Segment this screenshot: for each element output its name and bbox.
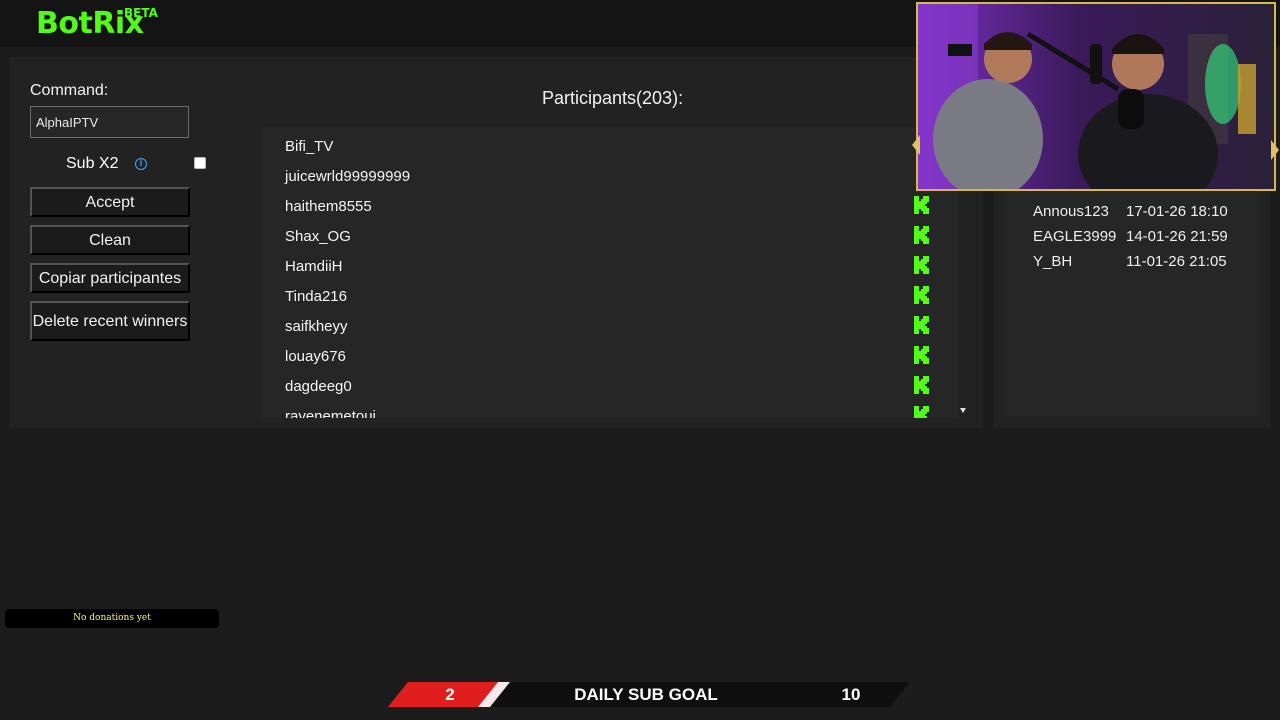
participant-name: Tinda216: [285, 288, 347, 305]
participant-name: haithem8555: [285, 198, 372, 215]
scroll-down-arrow-icon[interactable]: [960, 408, 966, 413]
list-item: Bifi_TV: [261, 130, 958, 160]
participant-name: Bifi_TV: [285, 138, 334, 155]
accept-button[interactable]: Accept: [30, 187, 190, 217]
winner-name: Annous123: [1033, 203, 1109, 220]
info-icon[interactable]: i: [135, 158, 147, 170]
list-item: Tinda216: [261, 280, 958, 310]
command-input[interactable]: [30, 106, 189, 138]
list-item: haithem8555: [261, 190, 958, 220]
winner-date: 11-01-26 21:05: [1126, 253, 1227, 270]
kick-icon: [914, 316, 929, 334]
list-item: Shax_OG: [261, 220, 958, 250]
participant-name: louay676: [285, 348, 346, 365]
winner-name: EAGLE3999: [1033, 228, 1117, 245]
list-item: dagdeeg0: [261, 370, 958, 400]
sub-x2-checkbox[interactable]: [194, 157, 206, 169]
sub-goal-title: DAILY SUB GOAL: [574, 685, 718, 704]
list-item: juicewrld99999999: [261, 160, 958, 190]
participant-name: HamdiiH: [285, 258, 343, 275]
list-item: rayenemetoui: [261, 400, 958, 418]
sub-goal-target: 10: [841, 685, 861, 704]
kick-icon: [914, 346, 929, 364]
beta-badge: BETA: [124, 6, 158, 20]
participant-name: juicewrld99999999: [285, 168, 411, 185]
kick-icon: [914, 406, 929, 418]
winners-list: [1004, 190, 1260, 416]
participant-name: Shax_OG: [285, 228, 351, 245]
kick-icon: [914, 226, 929, 244]
sub-x2-label: Sub X2: [66, 155, 119, 172]
winner-date: 17-01-26 18:10: [1126, 203, 1228, 220]
participants-list[interactable]: Bifi_TV juicewrld99999999 haithem8555 Sh…: [261, 127, 958, 418]
participant-name: saifkheyy: [285, 318, 348, 335]
participants-title: Participants(203):: [542, 88, 684, 108]
cam-frame-left-arrow-icon: [912, 135, 920, 155]
daily-sub-goal-bar: 2 DAILY SUB GOAL 10: [388, 682, 910, 707]
kick-icon: [914, 286, 929, 304]
clean-button[interactable]: Clean: [30, 225, 190, 255]
webcam-feed: [918, 4, 1274, 189]
webcam-overlay: [916, 2, 1276, 191]
kick-icon: [914, 196, 929, 214]
donations-widget: No donations yet: [5, 609, 219, 628]
kick-icon: [914, 256, 929, 274]
command-label: Command:: [30, 82, 109, 99]
copy-participants-button[interactable]: Copiar participantes: [30, 263, 190, 293]
list-item: saifkheyy: [261, 310, 958, 340]
list-item: louay676: [261, 340, 958, 370]
cam-frame-right-arrow-icon: [1271, 140, 1279, 160]
delete-recent-winners-button[interactable]: Delete recent winners: [30, 301, 190, 341]
participant-name: dagdeeg0: [285, 378, 352, 395]
participant-name: rayenemetoui: [285, 408, 376, 418]
list-item: HamdiiH: [261, 250, 958, 280]
winner-name: Y_BH: [1033, 253, 1073, 270]
winner-date: 14-01-26 21:59: [1126, 228, 1228, 245]
kick-icon: [914, 376, 929, 394]
sub-goal-current: 2: [445, 685, 455, 704]
